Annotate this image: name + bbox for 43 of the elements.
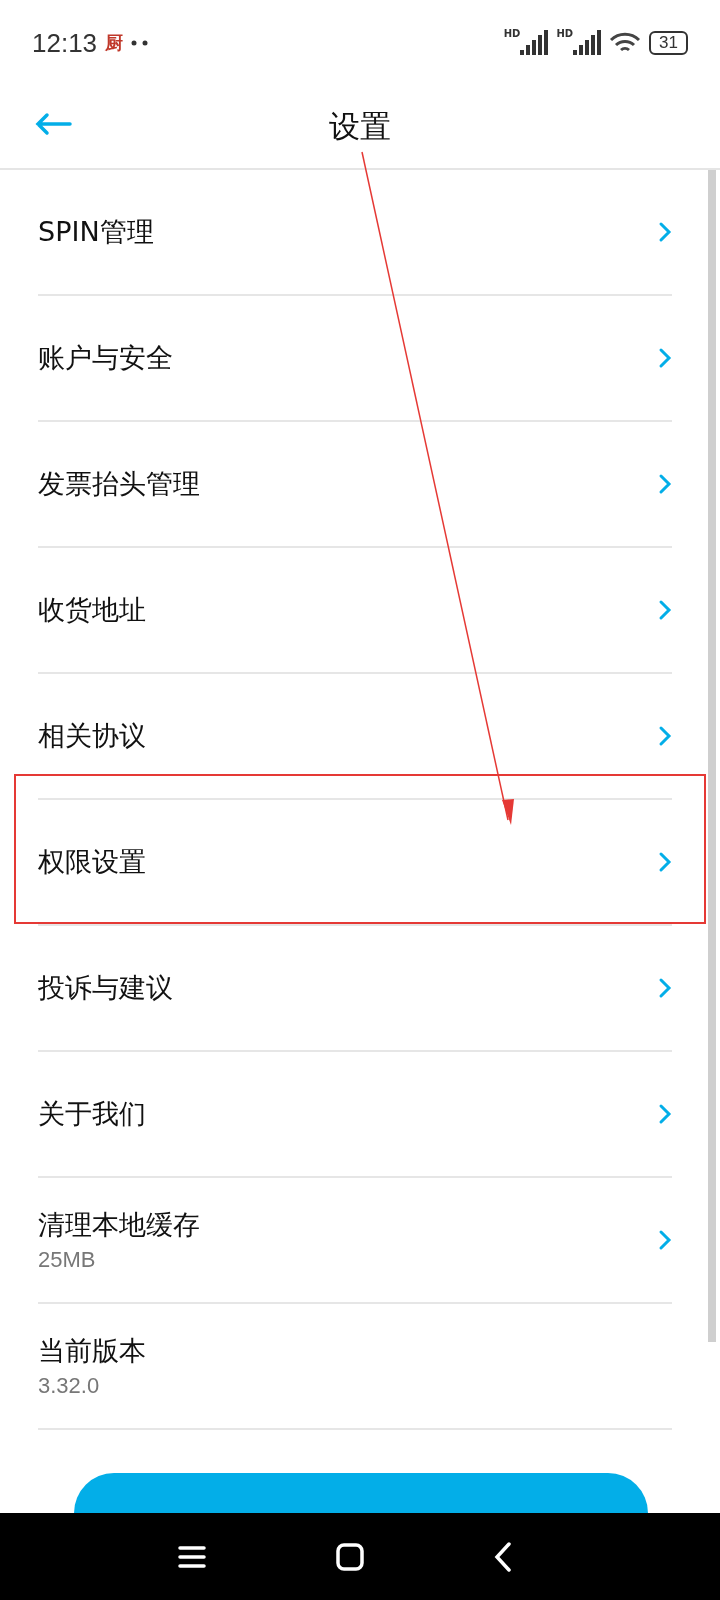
item-value: 3.32.0 <box>38 1373 101 1399</box>
item-label: 账户与安全 <box>38 341 173 375</box>
chevron-icon <box>658 599 672 621</box>
item-label: 相关协议 <box>38 719 146 753</box>
settings-item[interactable]: 发票抬头管理 <box>38 422 672 548</box>
signal-icon <box>573 29 602 55</box>
chevron-icon <box>658 221 672 243</box>
menu-button[interactable] <box>178 1544 206 1569</box>
chevron-icon <box>658 1229 672 1251</box>
item-value: 25MB <box>38 1247 97 1273</box>
settings-item[interactable]: 投诉与建议 <box>38 926 672 1052</box>
settings-item[interactable]: 关于我们 <box>38 1052 672 1178</box>
settings-item[interactable]: SPIN管理 <box>38 170 672 296</box>
settings-item[interactable]: 清理本地缓存 25MB <box>38 1178 672 1304</box>
item-label: 清理本地缓存 <box>38 1208 200 1242</box>
chevron-icon <box>658 347 672 369</box>
item-label: 发票抬头管理 <box>38 467 200 501</box>
item-label: 权限设置 <box>38 845 146 879</box>
more-notifications-icon <box>131 40 150 46</box>
chevron-icon <box>658 725 672 747</box>
battery-icon: 31 <box>649 31 688 55</box>
item-label: 当前版本 <box>38 1334 146 1368</box>
home-button[interactable] <box>336 1542 364 1571</box>
status-time: 12:13 <box>32 27 98 59</box>
settings-item[interactable]: 权限设置 <box>38 800 672 926</box>
settings-item[interactable]: 当前版本 3.32.0 <box>38 1304 672 1430</box>
chevron-icon <box>658 851 672 873</box>
chevron-icon <box>658 1103 672 1125</box>
chevron-icon <box>658 473 672 495</box>
signal-icon <box>520 29 549 55</box>
settings-item[interactable]: 相关协议 <box>38 674 672 800</box>
page-title: 设置 <box>329 107 391 146</box>
chevron-icon <box>658 977 672 999</box>
item-label: SPIN管理 <box>38 215 154 249</box>
notification-glyph: 厨 <box>105 31 124 55</box>
hd-label: HD <box>556 29 574 39</box>
item-label: 收货地址 <box>38 593 146 627</box>
item-label: 投诉与建议 <box>38 971 173 1005</box>
hd-label: HD <box>503 29 521 39</box>
settings-item[interactable]: 收货地址 <box>38 548 672 674</box>
back-nav-button[interactable] <box>494 1541 512 1572</box>
settings-item[interactable]: 账户与安全 <box>38 296 672 422</box>
item-label: 关于我们 <box>38 1097 146 1131</box>
